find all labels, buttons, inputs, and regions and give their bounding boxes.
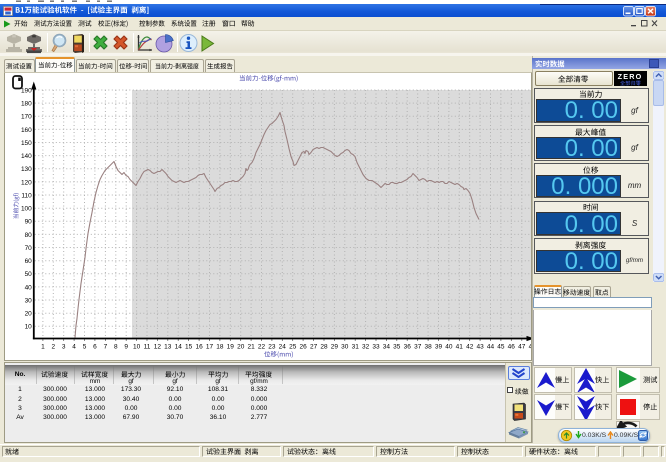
svg-text:9: 9 bbox=[124, 343, 128, 350]
svg-text:150: 150 bbox=[21, 139, 32, 146]
svg-text:36: 36 bbox=[404, 343, 412, 350]
svg-text:20: 20 bbox=[25, 310, 33, 317]
svg-text:18: 18 bbox=[216, 343, 224, 350]
svg-text:44: 44 bbox=[487, 343, 495, 350]
svg-text:170: 170 bbox=[21, 113, 32, 120]
svg-text:31: 31 bbox=[352, 343, 360, 350]
svg-text:5: 5 bbox=[83, 343, 87, 350]
svg-text:11: 11 bbox=[144, 343, 151, 350]
svg-text:27: 27 bbox=[310, 343, 318, 350]
svg-text:8: 8 bbox=[114, 343, 118, 350]
svg-text:130: 130 bbox=[21, 166, 32, 173]
svg-text:10: 10 bbox=[133, 343, 141, 350]
svg-text:180: 180 bbox=[21, 100, 32, 107]
svg-text:120: 120 bbox=[21, 179, 32, 186]
svg-text:39: 39 bbox=[435, 343, 443, 350]
svg-text:16: 16 bbox=[195, 343, 203, 350]
svg-text:35: 35 bbox=[393, 343, 401, 350]
svg-text:26: 26 bbox=[299, 343, 307, 350]
svg-text:45: 45 bbox=[497, 343, 505, 350]
svg-text:10: 10 bbox=[25, 323, 33, 330]
svg-text:4: 4 bbox=[72, 343, 76, 350]
svg-text:47: 47 bbox=[518, 343, 526, 350]
svg-text:2: 2 bbox=[51, 343, 55, 350]
svg-text:3: 3 bbox=[62, 343, 66, 350]
svg-text:48: 48 bbox=[529, 343, 531, 350]
svg-text:32: 32 bbox=[362, 343, 370, 350]
svg-text:6: 6 bbox=[93, 343, 97, 350]
svg-text:46: 46 bbox=[508, 343, 516, 350]
svg-text:110: 110 bbox=[21, 192, 32, 199]
svg-text:19: 19 bbox=[227, 343, 235, 350]
svg-text:28: 28 bbox=[320, 343, 328, 350]
svg-text:21: 21 bbox=[247, 343, 255, 350]
svg-text:34: 34 bbox=[383, 343, 391, 350]
svg-text:14: 14 bbox=[175, 343, 183, 350]
svg-text:1: 1 bbox=[41, 343, 45, 350]
svg-text:41: 41 bbox=[456, 343, 464, 350]
svg-text:70: 70 bbox=[25, 244, 33, 251]
svg-text:38: 38 bbox=[424, 343, 432, 350]
svg-text:140: 140 bbox=[21, 153, 32, 160]
svg-text:60: 60 bbox=[25, 258, 33, 265]
svg-text:160: 160 bbox=[21, 126, 32, 133]
svg-text:20: 20 bbox=[237, 343, 245, 350]
svg-text:50: 50 bbox=[25, 271, 33, 278]
svg-text:40: 40 bbox=[445, 343, 453, 350]
svg-text:13: 13 bbox=[164, 343, 172, 350]
svg-text:33: 33 bbox=[372, 343, 380, 350]
svg-text:17: 17 bbox=[206, 343, 214, 350]
svg-text:29: 29 bbox=[331, 343, 339, 350]
svg-text:43: 43 bbox=[476, 343, 484, 350]
svg-text:80: 80 bbox=[25, 231, 33, 238]
svg-text:15: 15 bbox=[185, 343, 193, 350]
svg-text:100: 100 bbox=[21, 205, 32, 212]
svg-text:12: 12 bbox=[154, 343, 162, 350]
svg-text:7: 7 bbox=[104, 343, 108, 350]
svg-text:37: 37 bbox=[414, 343, 422, 350]
svg-text:90: 90 bbox=[25, 218, 33, 225]
svg-text:30: 30 bbox=[25, 297, 33, 304]
svg-text:42: 42 bbox=[466, 343, 474, 350]
svg-text:30: 30 bbox=[341, 343, 349, 350]
svg-text:40: 40 bbox=[25, 284, 33, 291]
